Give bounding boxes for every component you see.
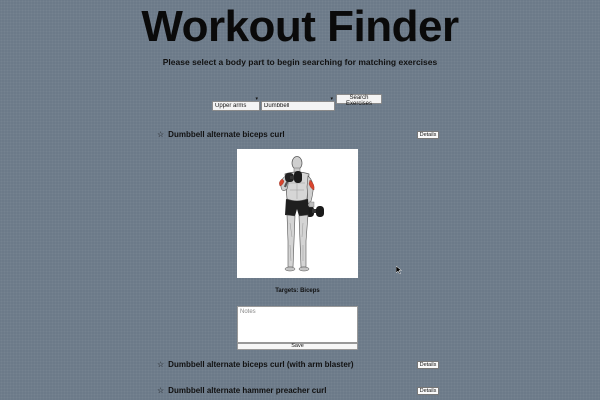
exercise-targets: Targets: Biceps (275, 288, 320, 294)
save-notes-button[interactable]: Save (237, 343, 358, 350)
exercise-title-group: ☆ Dumbbell alternate biceps curl (157, 130, 285, 139)
body-part-select[interactable]: Upper arms (212, 101, 260, 111)
exercise-title-group: ☆ Dumbbell alternate biceps curl (with a… (157, 360, 354, 369)
page-subtitle: Please select a body part to begin searc… (162, 57, 438, 67)
equipment-select-wrapper: Dumbbell ▾ (261, 94, 335, 111)
body-part-select-wrapper: Upper arms ▾ (212, 94, 260, 111)
exercise-row: ☆ Dumbbell alternate hammer preacher cur… (157, 386, 439, 395)
biceps-curl-figure (279, 156, 324, 272)
details-button[interactable]: Details (417, 360, 439, 369)
details-button[interactable]: Details (417, 386, 439, 395)
exercise-name: Dumbbell alternate biceps curl (168, 130, 285, 139)
star-outline-icon[interactable]: ☆ (157, 386, 164, 395)
page-title: Workout Finder (141, 2, 459, 51)
search-controls: Upper arms ▾ Dumbbell ▾ Search Exercises (212, 94, 382, 111)
mouse-cursor-icon (396, 266, 402, 274)
notes-textarea[interactable] (237, 306, 358, 343)
exercise-name: Dumbbell alternate biceps curl (with arm… (168, 360, 354, 369)
equipment-select[interactable]: Dumbbell (261, 101, 335, 111)
star-outline-icon[interactable]: ☆ (157, 360, 164, 369)
exercise-name: Dumbbell alternate hammer preacher curl (168, 386, 327, 395)
exercise-row: ☆ Dumbbell alternate biceps curl (with a… (157, 360, 439, 369)
search-exercises-button[interactable]: Search Exercises (336, 94, 382, 107)
workout-finder-page: Workout Finder Please select a body part… (0, 0, 600, 400)
exercise-row: ☆ Dumbbell alternate biceps curl Details (157, 130, 439, 139)
exercise-title-group: ☆ Dumbbell alternate hammer preacher cur… (157, 386, 326, 395)
details-button[interactable]: Details (417, 130, 439, 139)
star-outline-icon[interactable]: ☆ (157, 130, 164, 139)
exercise-illustration (237, 149, 358, 278)
